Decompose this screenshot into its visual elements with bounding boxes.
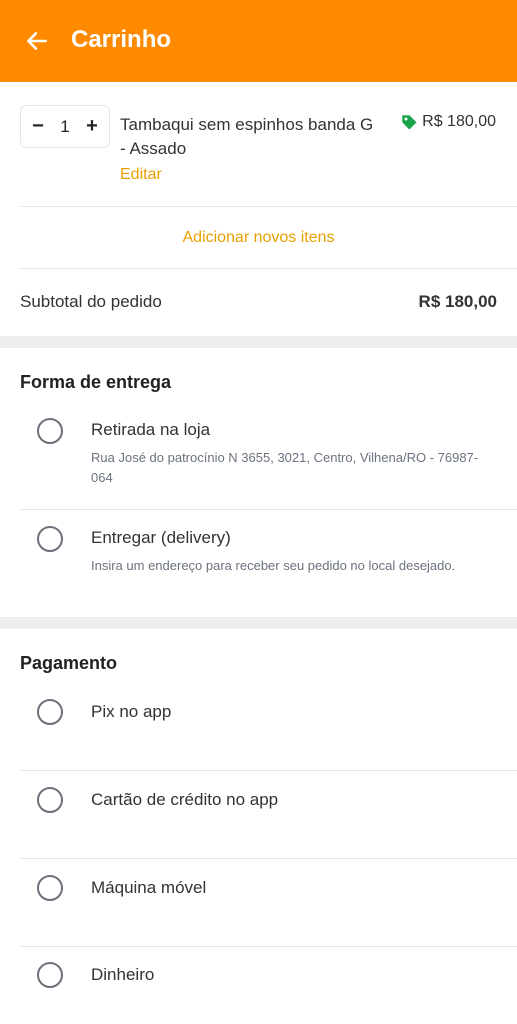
pix-radio[interactable] [37,699,63,725]
mobile-machine-label: Máquina móvel [91,878,207,897]
payment-option-mobile-machine[interactable]: Máquina móvel [0,866,517,946]
delivery-label: Entregar (delivery) [91,528,231,547]
divider [20,946,517,947]
decrease-button[interactable]: − [31,115,45,138]
divider [20,206,517,207]
pickup-label: Retirada na loja [91,420,211,439]
divider [20,770,517,771]
pickup-address: Rua José do patrocínio N 3655, 3021, Cen… [91,450,479,485]
quantity-value: 1 [60,116,70,136]
delivery-option-delivery[interactable]: Entregar (delivery) Insira um endereço p… [0,516,517,616]
item-price: R$ 180,00 [400,113,496,131]
divider [20,509,517,510]
section-separator [0,336,517,348]
price-tag-icon [402,115,417,130]
delivery-radio[interactable] [37,526,63,552]
delivery-option-pickup[interactable]: Retirada na loja Rua José do patrocínio … [0,408,517,508]
edit-item-link[interactable]: Editar [120,166,162,184]
payment-option-pix[interactable]: Pix no app [0,690,517,770]
credit-card-radio[interactable] [37,787,63,813]
increase-button[interactable]: + [85,115,99,138]
delivery-hint: Insira um endereço para receber seu pedi… [91,558,456,573]
cash-label: Dinheiro [91,965,155,984]
mobile-machine-radio[interactable] [37,875,63,901]
payment-option-credit-card[interactable]: Cartão de crédito no app [0,778,517,858]
cart-item: − 1 + Tambaqui sem espinhos banda G - As… [0,100,517,206]
app-bar: Carrinho [0,0,517,82]
page-title: Carrinho [71,26,172,53]
delivery-section-title: Forma de entrega [20,372,172,392]
quantity-stepper: − 1 + [20,105,110,148]
payment-section-title: Pagamento [20,653,118,673]
pickup-radio[interactable] [37,418,63,444]
order-subtotal: Subtotal do pedido R$ 180,00 [20,269,497,335]
divider [20,858,517,859]
section-separator [0,617,517,629]
arrow-left-icon[interactable] [24,28,50,54]
add-items-button[interactable]: Adicionar novos itens [0,208,517,268]
subtotal-value: R$ 180,00 [418,292,497,311]
subtotal-label: Subtotal do pedido [20,292,162,311]
credit-card-label: Cartão de crédito no app [91,790,279,809]
cash-radio[interactable] [37,962,63,988]
pix-label: Pix no app [91,702,172,721]
item-price-value: R$ 180,00 [422,113,496,130]
payment-option-cash[interactable]: Dinheiro [0,953,517,1023]
item-name: Tambaqui sem espinhos banda G - Assado [120,115,374,158]
